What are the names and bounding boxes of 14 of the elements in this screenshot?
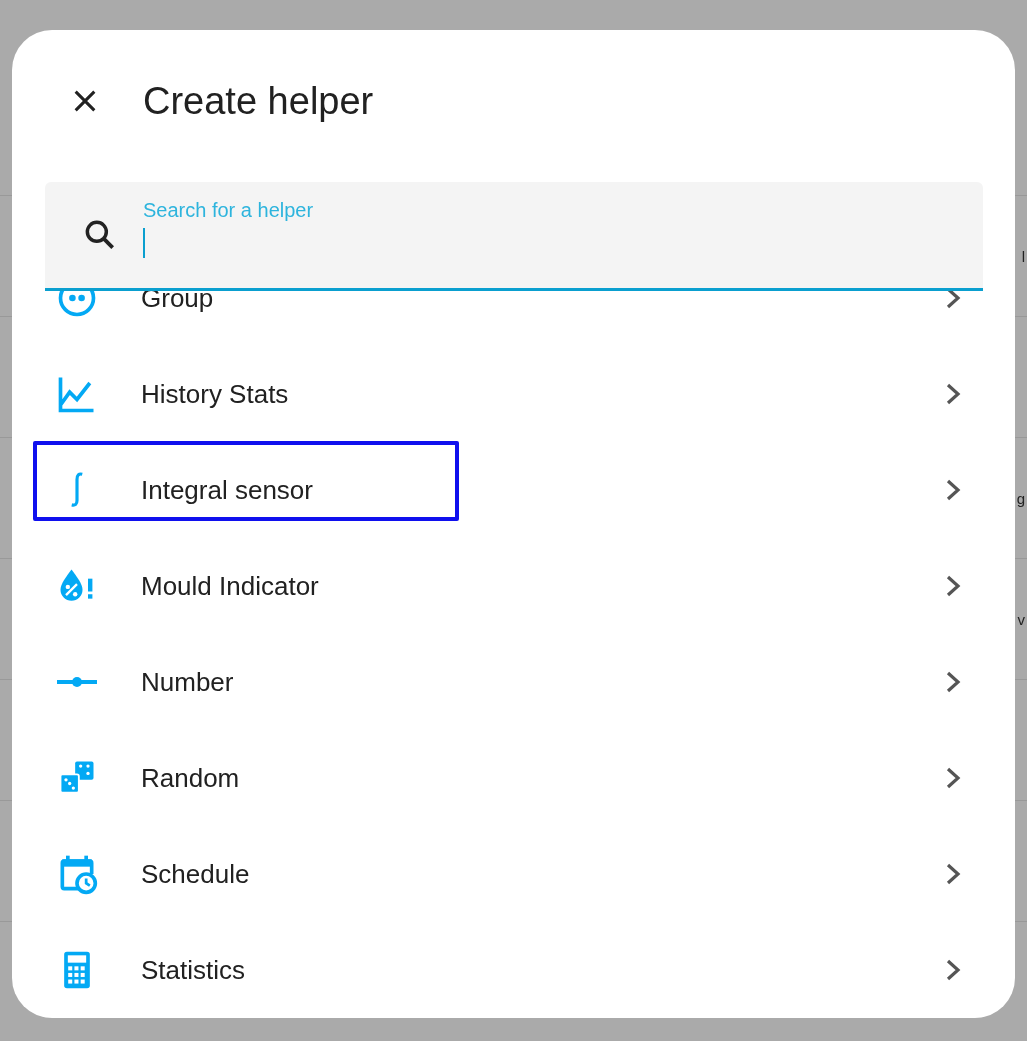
background-text: v <box>1017 610 1026 628</box>
slider-icon <box>57 677 97 687</box>
helper-item[interactable]: Number <box>12 634 1015 730</box>
helper-item[interactable]: Mould Indicator <box>12 538 1015 634</box>
dialog-title: Create helper <box>143 79 374 123</box>
integral-icon <box>70 471 84 509</box>
background-text: l <box>1021 247 1026 265</box>
helper-item[interactable]: Random <box>12 730 1015 826</box>
helper-item[interactable]: History Stats <box>12 346 1015 442</box>
helper-item[interactable]: Statistics <box>12 922 1015 1018</box>
helper-item[interactable]: Schedule <box>12 826 1015 922</box>
search-label: Search for a helper <box>143 198 314 222</box>
background-text: g <box>1016 489 1026 507</box>
helper-item[interactable]: Integral sensor <box>12 442 1015 538</box>
